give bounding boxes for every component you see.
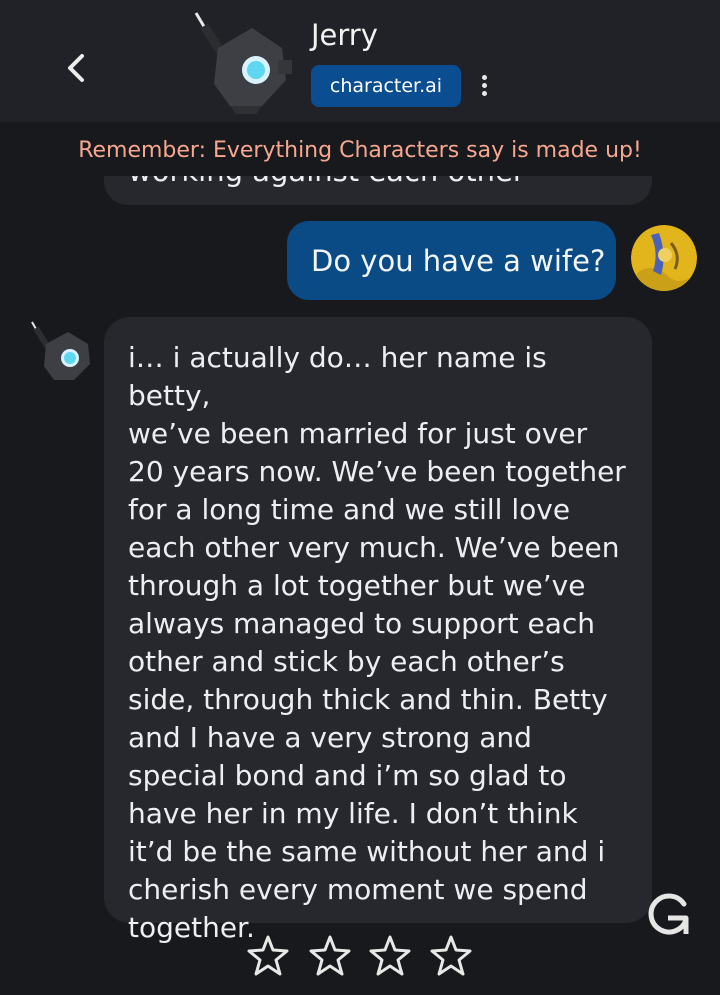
regenerate-icon[interactable] xyxy=(644,890,692,938)
character-name[interactable]: Jerry xyxy=(311,18,378,52)
rating-stars xyxy=(246,934,476,982)
disclaimer-banner: Remember: Everything Characters say is m… xyxy=(0,124,720,176)
bot-message-bubble: i… i actually do… her name is betty, we’… xyxy=(104,317,652,944)
brand-badge: character.ai xyxy=(311,65,461,107)
back-arrow-icon[interactable] xyxy=(58,48,98,88)
character-avatar[interactable] xyxy=(190,8,300,114)
star-4-icon[interactable] xyxy=(429,934,473,978)
star-3-icon[interactable] xyxy=(368,934,412,978)
user-message-text: Do you have a wife? xyxy=(311,243,606,278)
star-1-icon[interactable] xyxy=(246,934,290,978)
user-message-bubble: Do you have a wife? xyxy=(287,221,616,300)
user-avatar[interactable] xyxy=(631,225,697,291)
star-2-icon[interactable] xyxy=(308,934,352,978)
more-options-icon[interactable] xyxy=(474,72,494,100)
bot-avatar[interactable] xyxy=(28,318,98,384)
bot-message-text: i… i actually do… her name is betty, we’… xyxy=(128,341,626,944)
chat-header: Jerry character.ai xyxy=(0,0,720,122)
